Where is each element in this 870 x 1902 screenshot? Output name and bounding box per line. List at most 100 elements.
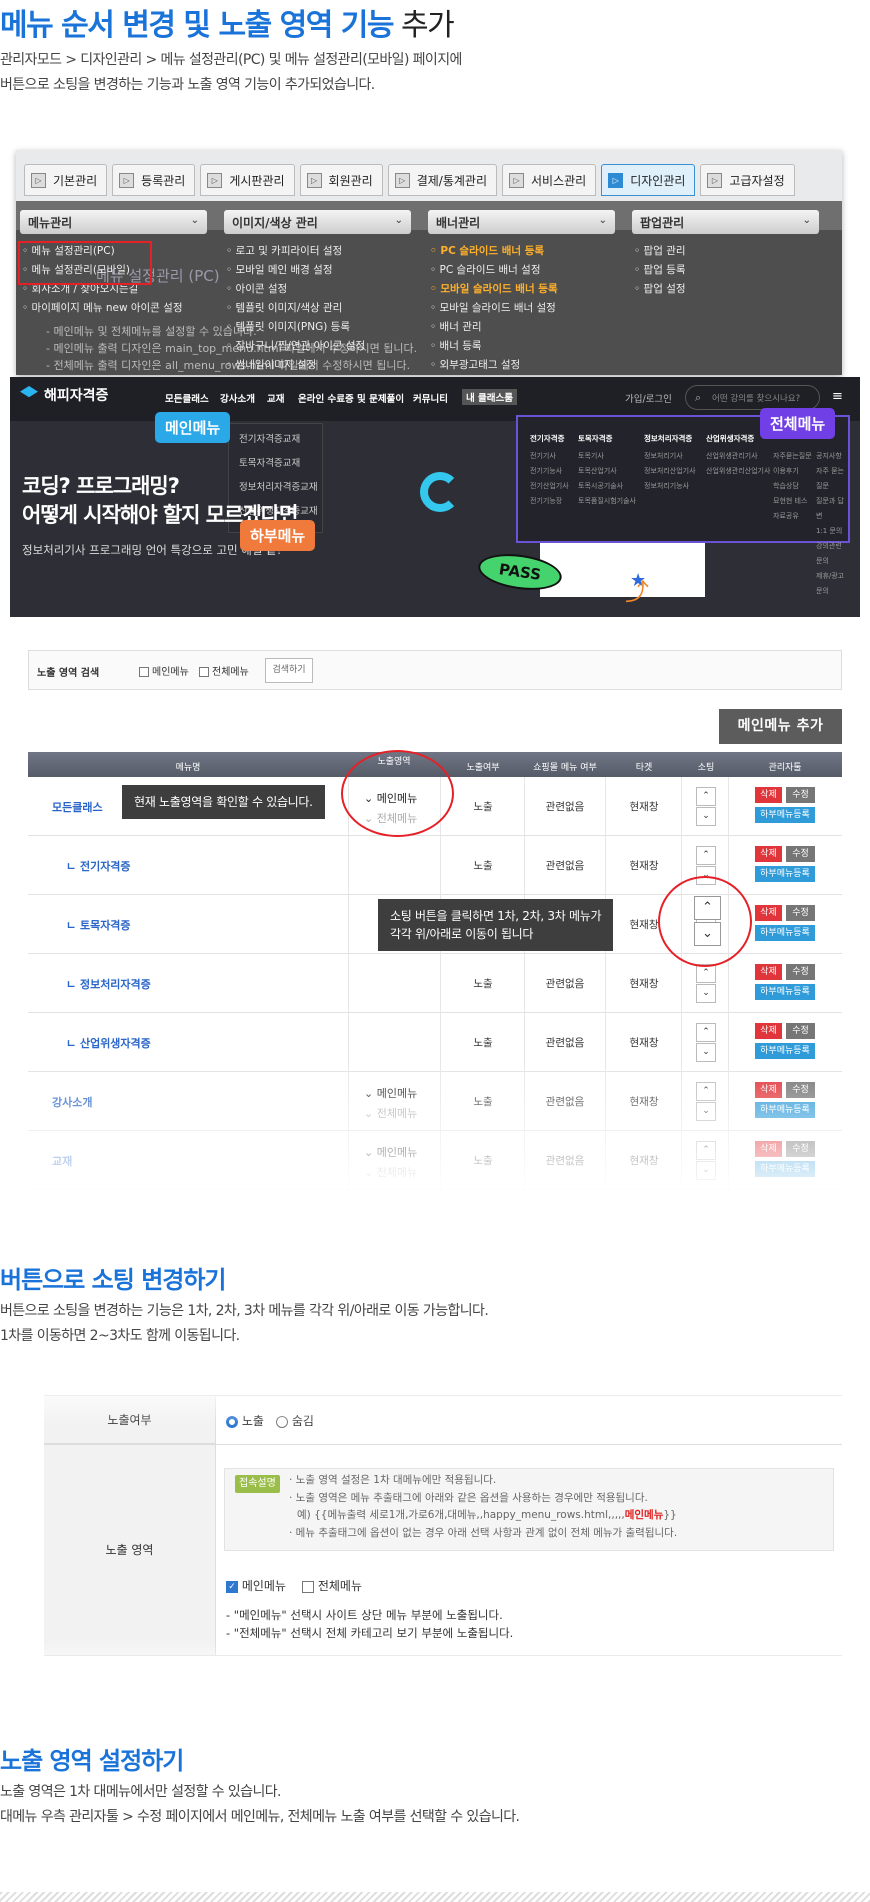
all-menu-item[interactable]: 산업위생관리기사 [706, 449, 770, 464]
all-menu-item[interactable]: 학습상담 [773, 479, 812, 494]
delete-button[interactable]: 삭제 [755, 964, 782, 980]
menu-item-mypage-icon[interactable]: ◦ 마이페이지 메뉴 new 아이콘 설정 [22, 299, 183, 318]
edit-button[interactable]: 수정 [786, 846, 815, 862]
all-menu-item[interactable]: 자주묻는질문 [773, 449, 812, 464]
sub-menu-item[interactable]: 전기자격증교재 [239, 432, 322, 448]
menu-item[interactable]: ◦ 배너 관리 [430, 318, 558, 337]
menu-head-menu[interactable]: 메뉴관리 ⌄ [20, 210, 207, 234]
all-menu-item[interactable]: 강의관련 문의 [816, 539, 848, 569]
nav-item[interactable]: 교재 [267, 391, 284, 405]
sort-up-button[interactable]: ⌃ [696, 846, 716, 865]
menu-item[interactable]: ◦ 모바일 메인 배경 설정 [226, 261, 365, 280]
menu-name-link[interactable]: ㄴ 토목자격증 [66, 917, 131, 933]
all-menu-item[interactable]: 묘현현 테스 [773, 494, 812, 509]
all-menu-item[interactable]: 전기산업기사 [530, 479, 569, 494]
all-menu-item[interactable]: 정보처리기능사 [644, 479, 696, 494]
all-menu-item[interactable]: 산업위생관리산업기사 [706, 464, 770, 479]
delete-button[interactable]: 삭제 [755, 846, 782, 862]
menu-item[interactable]: ◦ 템플릿 이미지/색상 관리 [226, 299, 365, 318]
filter-all-checkbox[interactable]: 전체메뉴 [199, 663, 249, 678]
all-menu-item[interactable]: 정보처리기사 [644, 449, 696, 464]
sort-down-button[interactable]: ⌄ [696, 984, 716, 1003]
nav-item[interactable]: 커뮤니티 [413, 391, 448, 405]
menu-item[interactable]: ◦ 외부광고태그 설정 [430, 356, 558, 375]
tab-member[interactable]: ▷ 회원관리 [299, 164, 383, 196]
menu-item[interactable]: ◦ 모바일 슬라이드 배너 설정 [430, 299, 558, 318]
menu-name-link[interactable]: ㄴ 정보처리자격증 [66, 976, 151, 992]
all-menu-item[interactable]: 전기기사 [530, 449, 569, 464]
all-menu-item[interactable]: 토목기사 [578, 449, 636, 464]
menu-item-label: 모바일 슬라이드 배너 등록 [440, 283, 558, 295]
menu-item[interactable]: ◦ 아이콘 설정 [226, 280, 365, 299]
nav-item-classroom[interactable]: 내 클래스룸 [462, 389, 518, 405]
checkbox-all-menu[interactable]: 전체메뉴 [302, 1577, 362, 1594]
tab-design[interactable]: ▷ 디자인관리 [601, 164, 696, 196]
add-main-menu-button[interactable]: 메인메뉴 추가 [719, 709, 842, 744]
all-menu-item[interactable]: 자료공유 [773, 509, 812, 524]
add-submenu-button[interactable]: 하부메뉴등록 [755, 984, 815, 1000]
edit-button[interactable]: 수정 [786, 964, 815, 980]
nav-item[interactable]: 온라인 수료증 및 문제풀이 [298, 391, 404, 405]
edit-button[interactable]: 수정 [786, 787, 815, 803]
nav-item[interactable]: 강사소개 [220, 391, 255, 405]
delete-button[interactable]: 삭제 [755, 1023, 782, 1039]
all-menu-item[interactable]: 정보처리산업기사 [644, 464, 696, 479]
all-menu-item[interactable]: 토목산업기사 [578, 464, 636, 479]
menu-head-popup[interactable]: 팝업관리 ⌄ [632, 210, 819, 234]
sort-up-button[interactable]: ⌃ [696, 1023, 716, 1042]
checkbox-main-menu[interactable]: ✓ 메인메뉴 [226, 1577, 286, 1594]
all-menu-item[interactable]: 제휴/광고문의 [816, 569, 848, 599]
all-menu-item[interactable]: 1:1 문의 [816, 524, 848, 539]
menu-item[interactable]: ◦ 템플릿 이미지(PNG) 등록 [226, 318, 365, 337]
all-menu-item[interactable]: 전기기능사 [530, 464, 569, 479]
sort-up-button[interactable]: ⌃ [696, 787, 716, 806]
search-button[interactable]: 검색하기 [265, 658, 313, 683]
menu-item[interactable]: ◦ 팝업 설정 [634, 280, 686, 299]
edit-button[interactable]: 수정 [786, 1023, 815, 1039]
all-menu-item[interactable]: 공지사항 [816, 449, 848, 464]
tab-board[interactable]: ▷ 게시판관리 [200, 164, 295, 196]
all-menu-item[interactable]: 전기기능장 [530, 494, 569, 509]
all-menu-item[interactable]: 토목시공기술사 [578, 479, 636, 494]
tab-payment[interactable]: ▷ 결제/통계관리 [387, 164, 498, 196]
sort-down-button[interactable]: ⌄ [696, 807, 716, 826]
sub-menu-item[interactable]: 토목자격증교재 [239, 456, 322, 472]
menu-item[interactable]: ◦ 팝업 관리 [634, 242, 686, 261]
sort-up-button-zoom[interactable]: ⌃ [694, 896, 721, 920]
login-link[interactable]: 가입/로그인 [625, 391, 672, 405]
all-menu-item[interactable]: 자주 묻는 질문 [816, 464, 848, 494]
tab-basic[interactable]: ▷ 기본관리 [24, 164, 108, 196]
add-submenu-button[interactable]: 하부메뉴등록 [755, 925, 815, 941]
hamburger-icon[interactable]: ≡ [832, 389, 843, 404]
tab-service[interactable]: ▷ 서비스관리 [502, 164, 597, 196]
menu-item[interactable]: ◦ 모바일 슬라이드 배너 등록 [430, 280, 558, 299]
menu-head-image[interactable]: 이미지/색상 관리 ⌄ [224, 210, 411, 234]
edit-button[interactable]: 수정 [786, 905, 815, 921]
menu-name-link[interactable]: ㄴ 전기자격증 [66, 858, 131, 874]
tab-register[interactable]: ▷ 등록관리 [112, 164, 196, 196]
menu-item[interactable]: ◦ 로고 및 카피라이터 설정 [226, 242, 365, 261]
menu-item[interactable]: ◦ 팝업 등록 [634, 261, 686, 280]
tab-advanced[interactable]: ▷ 고급자설정 [700, 164, 795, 196]
add-submenu-button[interactable]: 하부메뉴등록 [755, 866, 815, 882]
site-logo[interactable]: 해피자격증 [20, 385, 108, 405]
menu-item[interactable]: ◦ PC 슬라이드 배너 등록 [430, 242, 558, 261]
menu-item[interactable]: ◦ 장바구니/찜/연관 아이콘 설정 [226, 337, 365, 356]
all-menu-item[interactable]: 토목품질시험기술사 [578, 494, 636, 509]
add-submenu-button[interactable]: 하부메뉴등록 [755, 1043, 815, 1059]
menu-head-banner[interactable]: 배너관리 ⌄ [428, 210, 615, 234]
all-menu-item[interactable]: 이용후기 [773, 464, 812, 479]
site-search-input[interactable]: ⌕ 어떤 강의를 찾으시나요? [685, 385, 820, 410]
menu-name-link[interactable]: 모든클래스 [52, 799, 103, 815]
add-submenu-button[interactable]: 하부메뉴등록 [755, 807, 815, 823]
nav-item[interactable]: 모든클래스 [165, 391, 209, 405]
filter-main-checkbox[interactable]: 메인메뉴 [139, 663, 189, 678]
menu-item[interactable]: ◦ 배너 등록 [430, 337, 558, 356]
delete-button[interactable]: 삭제 [755, 787, 782, 803]
delete-button[interactable]: 삭제 [755, 905, 782, 921]
menu-item[interactable]: ◦ PC 슬라이드 배너 설정 [430, 261, 558, 280]
menu-item[interactable]: ◦ 썸네일이미지 설정 [226, 356, 365, 375]
all-menu-item[interactable]: 질문과 답변 [816, 494, 848, 524]
menu-name-link[interactable]: ㄴ 산업위생자격증 [66, 1035, 151, 1051]
sort-down-button-zoom[interactable]: ⌄ [694, 922, 721, 946]
